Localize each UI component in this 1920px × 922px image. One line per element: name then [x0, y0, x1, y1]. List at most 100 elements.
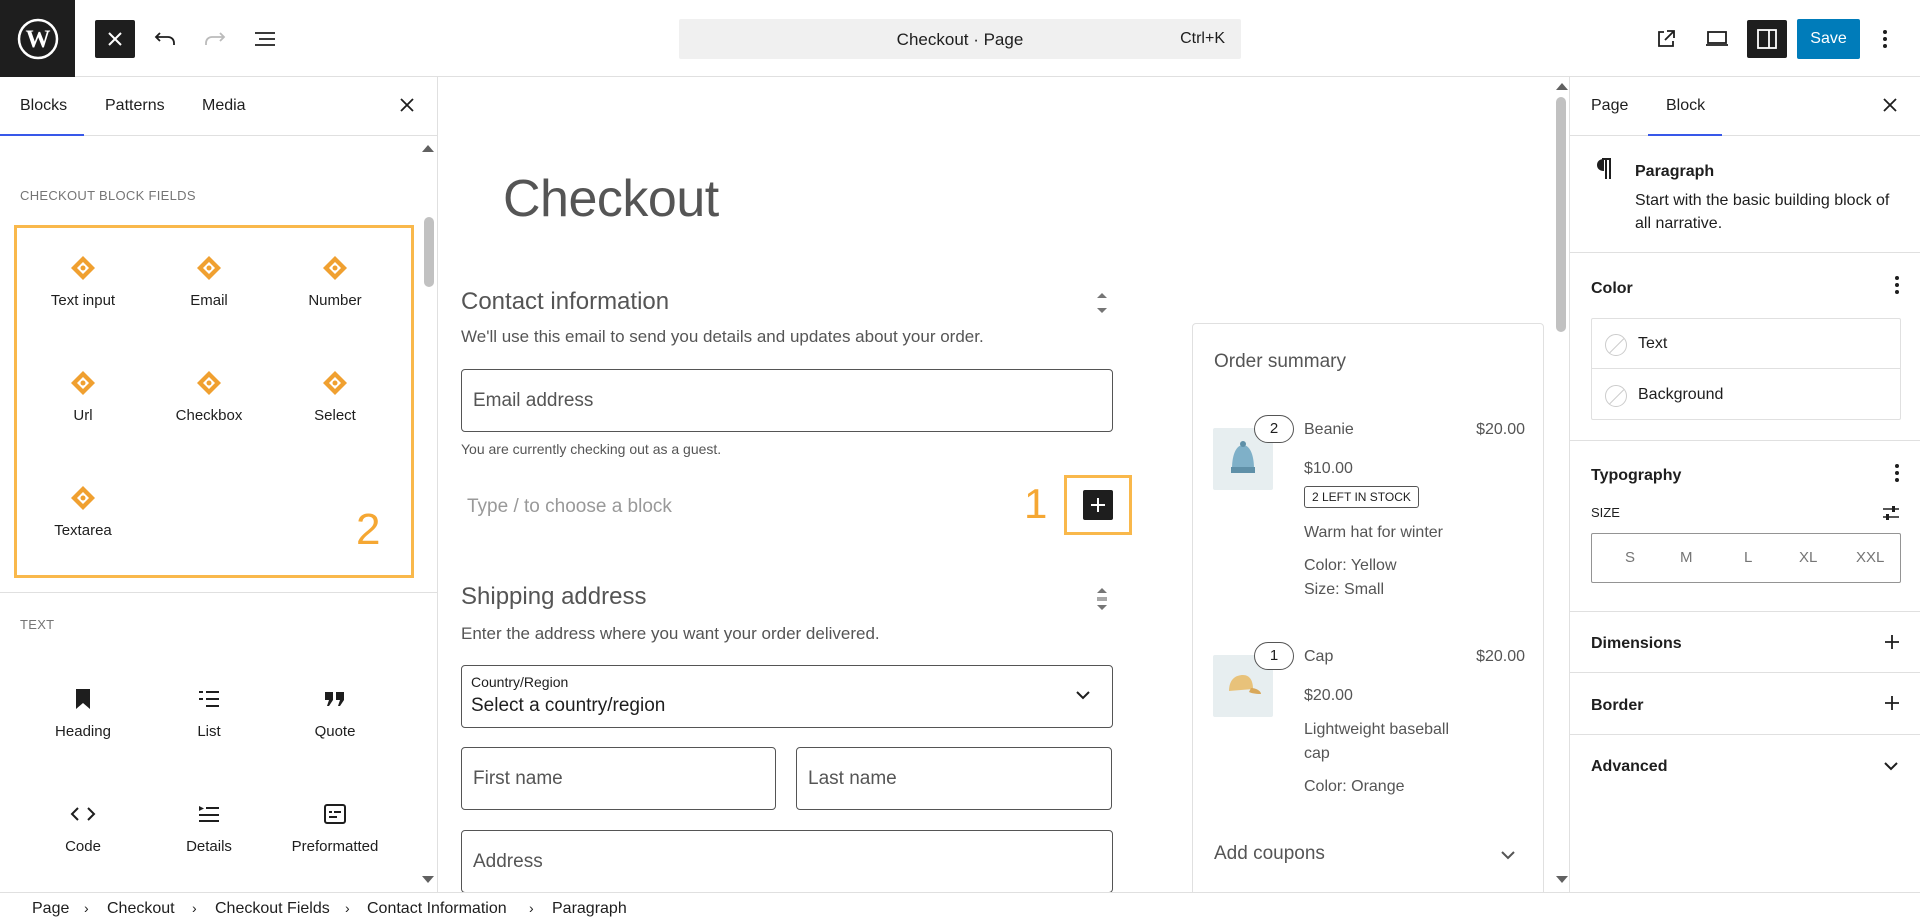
first-name-placeholder: First name	[473, 768, 563, 789]
advanced-panel[interactable]: Advanced	[1570, 735, 1920, 795]
document-overview-button[interactable]	[245, 20, 285, 58]
command-palette-bar[interactable]: Checkout · Page Ctrl+K	[679, 19, 1241, 59]
product-name: Cap	[1304, 648, 1334, 665]
block-item-label: Number	[308, 292, 362, 309]
contact-heading[interactable]: Contact information	[461, 288, 669, 316]
redo-button[interactable]	[195, 20, 235, 58]
inserter-scrollbar[interactable]	[424, 217, 434, 287]
chevron-right-icon: ›	[192, 900, 197, 916]
close-inserter-icon[interactable]	[400, 94, 414, 116]
options-menu-button[interactable]	[1870, 20, 1900, 58]
block-item-list[interactable]: List	[146, 673, 272, 773]
email-field[interactable]: Email address	[461, 369, 1113, 432]
block-item-url[interactable]: Url	[20, 357, 146, 457]
typography-heading: Typography	[1591, 467, 1682, 484]
size-option-xl[interactable]: XL	[1799, 549, 1817, 566]
breadcrumb-item[interactable]: Checkout Fields	[215, 900, 330, 918]
paragraph-icon	[1597, 158, 1611, 179]
block-item-heading[interactable]: Heading	[20, 673, 146, 773]
breadcrumb-item[interactable]: Contact Information	[367, 900, 507, 918]
plus-icon[interactable]	[1884, 634, 1900, 650]
external-link-icon	[1658, 30, 1675, 47]
block-item-code[interactable]: Code	[20, 788, 146, 888]
view-page-button[interactable]	[1646, 20, 1686, 58]
block-item-label: List	[197, 723, 221, 740]
block-mover[interactable]	[1095, 586, 1109, 617]
product-description: cap	[1304, 745, 1330, 762]
scroll-down-arrow[interactable]	[1556, 876, 1568, 883]
quote-icon	[325, 692, 344, 706]
tab-page[interactable]: Page	[1591, 97, 1628, 115]
preview-device-button[interactable]	[1697, 20, 1737, 58]
shipping-description: Enter the address where you want your or…	[461, 624, 880, 643]
text-color-option[interactable]: Text	[1592, 319, 1900, 369]
custom-size-icon[interactable]	[1882, 505, 1900, 521]
block-mover[interactable]	[1095, 290, 1109, 321]
email-placeholder: Email address	[473, 390, 594, 411]
block-item-checkbox[interactable]: Checkbox	[146, 357, 272, 457]
border-panel[interactable]: Border	[1570, 673, 1920, 735]
block-item-text-input[interactable]: Text input	[20, 242, 146, 342]
close-inserter-button[interactable]	[95, 20, 135, 58]
editor-canvas: Checkout Contact information We'll use t…	[439, 77, 1569, 892]
block-item-quote[interactable]: Quote	[272, 673, 398, 773]
tab-block[interactable]: Block	[1666, 97, 1705, 115]
add-coupons-toggle[interactable]: Add coupons	[1214, 843, 1325, 865]
wordpress-logo-button[interactable]: W	[0, 0, 75, 77]
settings-toggle-button[interactable]	[1747, 20, 1787, 58]
block-item-details[interactable]: Details	[146, 788, 272, 888]
address-field[interactable]: Address	[461, 830, 1113, 892]
breadcrumb-item[interactable]: Checkout	[107, 900, 175, 918]
background-color-option[interactable]: Background	[1592, 370, 1900, 420]
block-item-select[interactable]: Select	[272, 357, 398, 457]
block-item-textarea[interactable]: Textarea	[20, 472, 146, 572]
size-option-xxl[interactable]: XXL	[1856, 549, 1884, 566]
color-option-label: Text	[1638, 335, 1668, 352]
plus-icon	[1091, 498, 1105, 512]
size-option-m[interactable]: M	[1680, 549, 1693, 566]
svg-text:W: W	[25, 26, 50, 53]
country-value: Select a country/region	[471, 695, 666, 716]
block-item-label: Select	[314, 407, 356, 424]
last-name-field[interactable]: Last name	[796, 747, 1112, 810]
sidebar-tabs: Page Block	[1570, 77, 1920, 136]
block-item-label: Preformatted	[291, 838, 379, 855]
dimensions-panel[interactable]: Dimensions	[1570, 612, 1920, 673]
block-item-label: Details	[186, 838, 232, 855]
scroll-down-arrow[interactable]	[422, 876, 434, 883]
annotation-box-plus	[1064, 475, 1132, 535]
block-item-email[interactable]: Email	[146, 242, 272, 342]
tab-patterns[interactable]: Patterns	[105, 97, 165, 115]
block-item-number[interactable]: Number	[272, 242, 398, 342]
scroll-up-arrow[interactable]	[422, 145, 434, 152]
undo-button[interactable]	[145, 20, 185, 58]
tab-media[interactable]: Media	[202, 97, 246, 115]
woo-field-icon	[323, 371, 347, 395]
empty-swatch-icon	[1605, 385, 1627, 407]
first-name-field[interactable]: First name	[461, 747, 776, 810]
tab-blocks[interactable]: Blocks	[20, 97, 67, 115]
size-option-l[interactable]: L	[1744, 549, 1752, 566]
add-block-button[interactable]	[1083, 490, 1113, 520]
plus-icon[interactable]	[1884, 695, 1900, 711]
page-title[interactable]: Checkout	[503, 169, 719, 229]
close-sidebar-icon[interactable]	[1883, 94, 1897, 116]
size-option-s[interactable]: S	[1625, 549, 1635, 566]
details-icon	[199, 806, 219, 822]
order-summary[interactable]: Order summary 2 Beanie $20.00 $10.00 2 L…	[1192, 323, 1544, 892]
save-button[interactable]: Save	[1797, 19, 1860, 59]
product-total: $20.00	[1476, 421, 1525, 438]
block-appender-placeholder[interactable]: Type / to choose a block	[467, 496, 672, 518]
scroll-up-arrow[interactable]	[1556, 83, 1568, 90]
typography-options-button[interactable]	[1894, 463, 1900, 486]
country-label: Country/Region	[471, 674, 569, 690]
canvas-scrollbar[interactable]	[1556, 97, 1566, 332]
kebab-menu-icon	[1883, 30, 1887, 48]
color-options-button[interactable]	[1894, 275, 1900, 298]
breadcrumb-item[interactable]: Page	[32, 900, 69, 918]
block-item-preformatted[interactable]: Preformatted	[272, 788, 398, 888]
woo-field-icon	[323, 256, 347, 280]
country-select[interactable]: Country/Region Select a country/region	[461, 665, 1113, 728]
shipping-heading[interactable]: Shipping address	[461, 583, 646, 611]
editor-header: W Checkout · Page Ctrl+K Save	[0, 0, 1920, 77]
